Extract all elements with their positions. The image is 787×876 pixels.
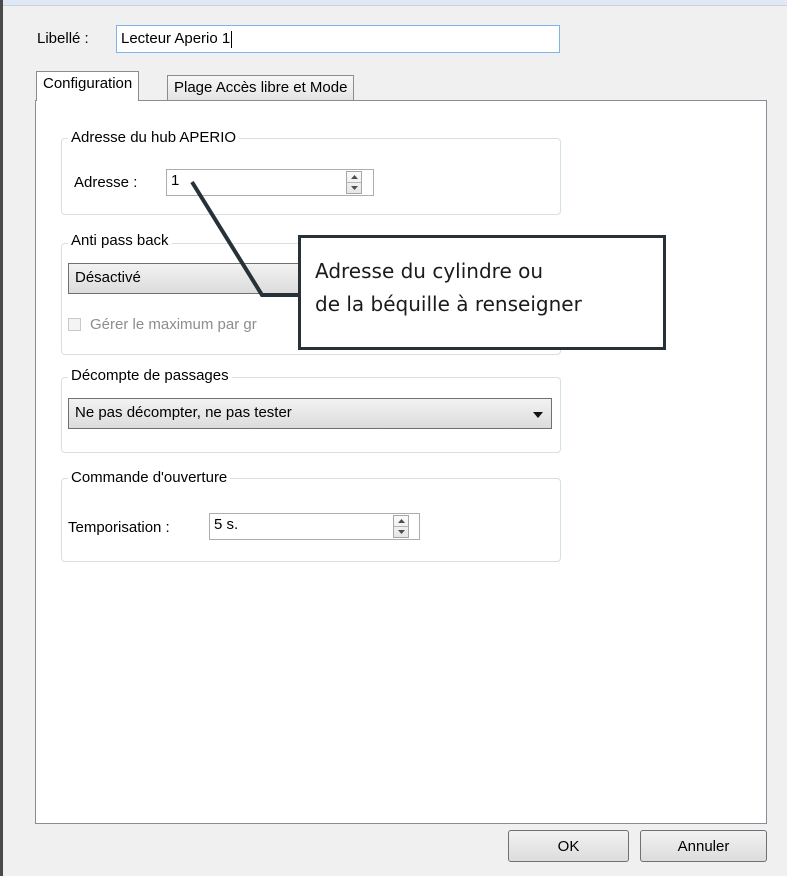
ok-button-label: OK (557, 838, 580, 855)
spin-down-icon[interactable] (394, 527, 408, 538)
annotation-callout: Adresse du cylindre ou de la béquille à … (298, 235, 666, 350)
manage-max-label: Gérer le maximum par gr (90, 316, 257, 333)
libelle-value: Lecteur Aperio 1 (121, 30, 231, 47)
temporisation-label: Temporisation : (68, 519, 170, 536)
cancel-button[interactable]: Annuler (640, 830, 767, 862)
address-spinner[interactable] (346, 171, 362, 194)
callout-line-2: de la béquille à renseigner (315, 292, 582, 316)
window-left-border (0, 0, 3, 876)
address-value: 1 (171, 172, 180, 189)
tab-panel-configuration: Adresse du hub APERIO Adresse : 1 Anti p… (35, 100, 767, 824)
address-input[interactable]: 1 (166, 169, 374, 196)
group-decompte-title: Décompte de passages (68, 367, 232, 384)
antipassback-selected: Désactivé (75, 269, 141, 286)
decompte-select[interactable]: Ne pas décompter, ne pas tester (68, 398, 552, 429)
manage-max-checkbox[interactable] (68, 318, 81, 331)
group-commande-title: Commande d'ouverture (68, 469, 231, 486)
tab-configuration[interactable]: Configuration (36, 71, 140, 101)
tab-plage-acces-libre[interactable]: Plage Accès libre et Mode (167, 75, 355, 101)
libelle-input[interactable]: Lecteur Aperio 1 (116, 25, 560, 53)
callout-line-1: Adresse du cylindre ou (315, 259, 544, 283)
decompte-selected: Ne pas décompter, ne pas tester (75, 404, 292, 421)
spin-up-icon[interactable] (347, 172, 361, 183)
spin-down-icon[interactable] (347, 183, 361, 194)
window-top-border (3, 0, 787, 6)
tab-plage-label: Plage Accès libre et Mode (174, 79, 348, 96)
group-antipassback-title: Anti pass back (68, 232, 172, 249)
text-caret (231, 30, 233, 48)
tab-configuration-label: Configuration (43, 75, 133, 92)
chevron-down-icon (533, 412, 543, 418)
group-hub-title: Adresse du hub APERIO (68, 129, 240, 146)
temporisation-spinner[interactable] (393, 515, 409, 538)
libelle-label: Libellé : (37, 30, 89, 47)
cancel-button-label: Annuler (677, 838, 730, 855)
spin-up-icon[interactable] (394, 516, 408, 527)
temporisation-value: 5 s. (214, 516, 239, 533)
temporisation-input[interactable]: 5 s. (209, 513, 420, 540)
ok-button[interactable]: OK (508, 830, 629, 862)
address-label: Adresse : (74, 174, 138, 191)
